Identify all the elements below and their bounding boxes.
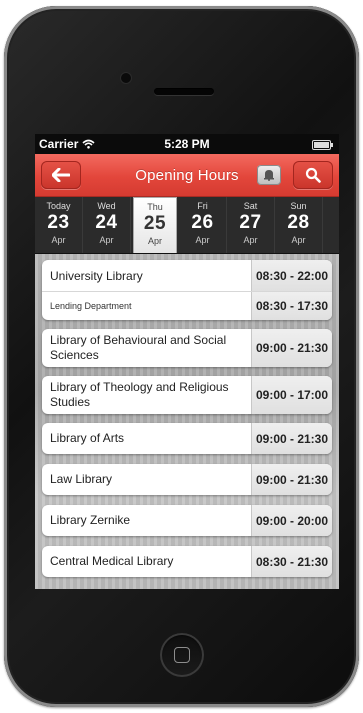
library-name: Library Zernike <box>50 513 131 527</box>
library-hours: 09:00 - 20:00 <box>251 505 332 536</box>
notification-button[interactable] <box>257 165 281 185</box>
day-number: 23 <box>47 212 70 233</box>
front-camera <box>121 73 131 83</box>
day-number: 27 <box>239 212 262 233</box>
department-hours: 08:30 - 17:30 <box>251 292 332 320</box>
day-month: Apr <box>291 235 306 245</box>
day-number: 2 <box>323 212 339 234</box>
library-hours: 09:00 - 21:30 <box>251 423 332 454</box>
home-button[interactable] <box>160 633 204 677</box>
list-item[interactable]: Library Zernike 09:00 - 20:00 <box>42 505 332 536</box>
library-name: Library of Theology and Religious Studie… <box>50 380 229 409</box>
library-name: University Library <box>50 268 143 283</box>
library-name: Central Medical Library <box>50 554 174 568</box>
back-button[interactable] <box>41 161 81 189</box>
day-month: Apr <box>195 235 210 245</box>
day-number: 28 <box>287 212 310 233</box>
search-icon <box>305 167 321 183</box>
day-name: Today <box>46 201 71 211</box>
library-name: Law Library <box>50 472 113 486</box>
sub-list-item[interactable]: Lending Department 08:30 - 17:30 <box>42 291 332 320</box>
page-title: Opening Hours <box>135 166 239 184</box>
list-item[interactable]: Library of Behavioural and Social Scienc… <box>42 329 332 367</box>
day-number: 25 <box>143 213 167 234</box>
home-square-icon <box>174 647 190 663</box>
day-month: Apr <box>243 235 258 245</box>
list-item[interactable]: Library of Theology and Religious Studie… <box>42 376 332 414</box>
date-selector: Today 23 Apr Wed 24 Apr Thu 25 Apr Fri 2… <box>35 197 339 254</box>
nav-bar: Opening Hours <box>35 154 339 197</box>
library-hours: 08:30 - 21:30 <box>251 546 332 577</box>
app-screen: Carrier 5:28 PM Opening Hours Today 23 A… <box>35 134 339 589</box>
day-name: Thu <box>147 202 163 212</box>
department-name: Lending Department <box>50 301 132 311</box>
day-name: Sat <box>243 201 258 211</box>
list-item[interactable]: Library of Arts 09:00 - 21:30 <box>42 423 332 454</box>
library-name: Library of Arts <box>50 431 125 445</box>
day-mon-partial[interactable]: M 2 A <box>323 197 339 253</box>
day-fri[interactable]: Fri 26 Apr <box>179 197 227 253</box>
day-name: Wed <box>97 201 116 211</box>
day-month: A <box>323 235 339 245</box>
list-item[interactable]: Central Medical Library 08:30 - 21:30 <box>42 546 332 577</box>
day-name: M <box>323 201 339 211</box>
library-name: Library of Behavioural and Social Scienc… <box>50 333 227 362</box>
day-name: Sun <box>290 201 307 211</box>
list-item[interactable]: University Library 08:30 - 22:00 Lending… <box>42 260 332 320</box>
day-number: 26 <box>191 212 214 233</box>
day-wed[interactable]: Wed 24 Apr <box>83 197 131 253</box>
day-sat[interactable]: Sat 27 Apr <box>227 197 275 253</box>
earpiece-speaker <box>154 88 214 95</box>
day-month: Apr <box>99 235 114 245</box>
search-button[interactable] <box>293 161 333 189</box>
battery-icon <box>312 140 333 150</box>
back-arrow-icon <box>52 168 70 182</box>
library-hours: 09:00 - 21:30 <box>251 329 332 367</box>
status-bar: Carrier 5:28 PM <box>35 134 339 154</box>
library-hours: 08:30 - 22:00 <box>251 260 332 291</box>
library-hours: 09:00 - 21:30 <box>251 464 332 495</box>
day-today[interactable]: Today 23 Apr <box>35 197 83 253</box>
bell-icon <box>264 170 274 181</box>
day-month: Apr <box>51 235 66 245</box>
day-month: Apr <box>147 236 162 246</box>
list-item[interactable]: Law Library 09:00 - 21:30 <box>42 464 332 495</box>
library-list: University Library 08:30 - 22:00 Lending… <box>35 254 339 589</box>
day-number: 24 <box>95 212 118 233</box>
status-time: 5:28 PM <box>164 137 210 151</box>
day-name: Fri <box>197 201 208 211</box>
day-thu-selected[interactable]: Thu 25 Apr <box>133 197 177 253</box>
day-sun[interactable]: Sun 28 Apr <box>275 197 323 253</box>
library-hours: 09:00 - 17:00 <box>251 376 332 414</box>
